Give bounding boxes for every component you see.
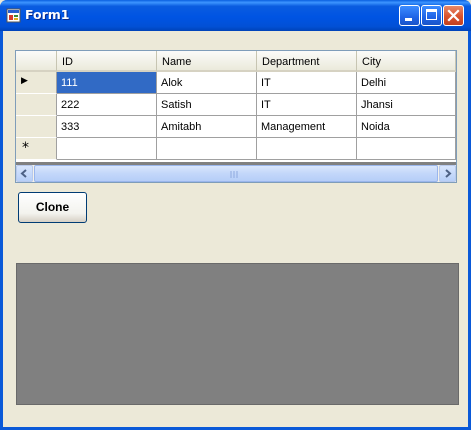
cell-city[interactable]: Noida [357,116,456,138]
new-row-cell[interactable] [357,138,456,160]
scroll-right-button[interactable] [439,165,456,182]
row-header[interactable] [16,94,57,116]
new-row-header[interactable]: * [16,138,57,160]
clone-button[interactable]: Clone [18,192,87,223]
cell-city[interactable]: Delhi [357,72,456,94]
arrow-left-icon [20,169,27,178]
new-row-cell[interactable] [257,138,357,160]
grip-icon [230,171,238,178]
cell-name[interactable]: Amitabh [157,116,257,138]
current-row-icon: ▶ [21,76,28,86]
cell-department[interactable]: Management [257,116,357,138]
data-grid[interactable]: ID Name Department City ▶ 111 Alok IT De… [15,50,457,183]
new-row-icon: * [22,140,29,156]
minimize-icon [405,18,412,21]
form1-window: Form1 ID Name Department City ▶ 111 Alok [0,0,471,430]
row-header[interactable] [16,116,57,138]
column-header-city[interactable]: City [357,51,456,72]
cell-id[interactable]: 111 [57,72,157,94]
gray-panel [16,263,459,405]
new-row-cell[interactable] [57,138,157,160]
app-icon[interactable] [6,8,21,23]
cell-city[interactable]: Jhansi [357,94,456,116]
corner-header[interactable] [16,51,57,72]
horizontal-scrollbar[interactable] [16,165,456,182]
cell-department[interactable]: IT [257,94,357,116]
scroll-thumb[interactable] [34,165,438,182]
cell-department[interactable]: IT [257,72,357,94]
maximize-icon [426,9,437,20]
cell-name[interactable]: Satish [157,94,257,116]
cell-id[interactable]: 333 [57,116,157,138]
close-button[interactable] [443,5,464,26]
new-row-cell[interactable] [157,138,257,160]
column-header-department[interactable]: Department [257,51,357,72]
minimize-button[interactable] [399,5,420,26]
column-header-id[interactable]: ID [57,51,157,72]
cell-id[interactable]: 222 [57,94,157,116]
scroll-left-button[interactable] [16,165,33,182]
cell-name[interactable]: Alok [157,72,257,94]
close-icon [447,9,460,22]
row-header[interactable]: ▶ [16,72,57,94]
window-title: Form1 [25,7,70,22]
title-bar[interactable]: Form1 [0,0,471,31]
column-header-name[interactable]: Name [157,51,257,72]
arrow-right-icon [445,169,452,178]
maximize-button[interactable] [421,5,442,26]
grid-body: ID Name Department City ▶ 111 Alok IT De… [16,51,456,162]
